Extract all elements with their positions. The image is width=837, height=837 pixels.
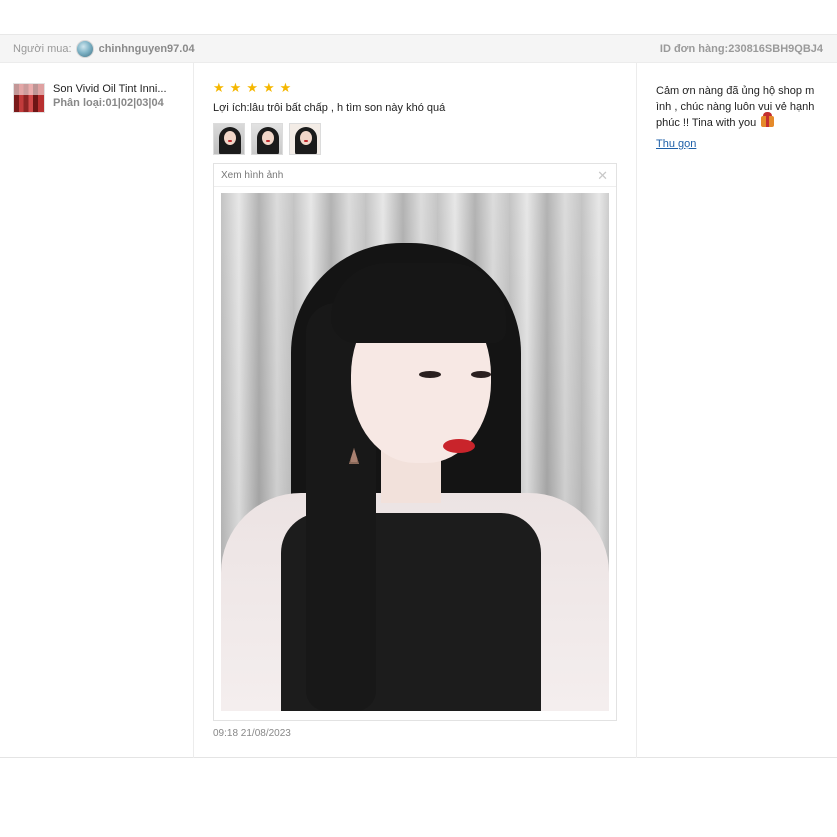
image-viewer-title: Xem hình ảnh [221, 169, 284, 181]
star-icon: ★ [213, 80, 225, 95]
star-icon: ★ [262, 80, 275, 95]
review-photo-thumbnail[interactable] [289, 123, 321, 155]
image-viewer: Xem hình ảnh ✕ [213, 163, 617, 721]
product-thumbnail[interactable] [13, 83, 45, 113]
review-photo-thumbnail[interactable] [213, 123, 245, 155]
star-icon: ★ [246, 80, 258, 95]
column-divider [193, 63, 194, 758]
review-timestamp: 09:18 21/08/2023 [213, 728, 291, 739]
column-divider [636, 63, 637, 758]
product-variant: Phân loại:01|02|03|04 [53, 97, 164, 109]
review-photo-large[interactable] [221, 193, 609, 711]
image-viewer-header: Xem hình ảnh ✕ [214, 164, 616, 187]
review-photo-thumbnails [213, 123, 617, 155]
order-id: ID đơn hàng:230816SBH9QBJ4 [659, 42, 823, 55]
shop-reply: Cảm ơn nàng đã ủng hộ shop m ình , chúc … [656, 83, 821, 152]
buyer-name[interactable]: chinhnguyen97.04 [99, 43, 195, 55]
product-info[interactable]: Son Vivid Oil Tint Inni... Phân loại:01|… [13, 83, 175, 113]
review-photo-thumbnail[interactable] [251, 123, 283, 155]
star-icon: ★ [279, 80, 292, 95]
order-header: Người mua: chinhnguyen97.04 ID đơn hàng:… [0, 34, 837, 63]
buyer-avatar[interactable] [75, 39, 94, 58]
star-rating: ★ ★ ★ ★ ★ [213, 81, 617, 95]
buyer-label: Người mua: [13, 42, 72, 55]
close-icon[interactable]: ✕ [597, 169, 608, 182]
collapse-link[interactable]: Thu gọn [656, 138, 696, 150]
review-content: ★ ★ ★ ★ ★ Lợi ích:lâu trôi bất chấp , h … [213, 81, 617, 721]
product-name[interactable]: Son Vivid Oil Tint Inni... [53, 83, 175, 96]
reply-text: Cảm ơn nàng đã ủng hộ shop m ình , chúc … [656, 85, 815, 129]
buyer-info: Người mua: chinhnguyen97.04 [13, 39, 195, 58]
reply-text-block: Cảm ơn nàng đã ủng hộ shop m ình , chúc … [656, 83, 821, 131]
review-text: Lợi ích:lâu trôi bất chấp , h tìm son nà… [213, 102, 446, 114]
gift-icon [761, 112, 775, 127]
review-row: Son Vivid Oil Tint Inni... Phân loại:01|… [0, 63, 837, 758]
star-icon: ★ [229, 80, 242, 95]
